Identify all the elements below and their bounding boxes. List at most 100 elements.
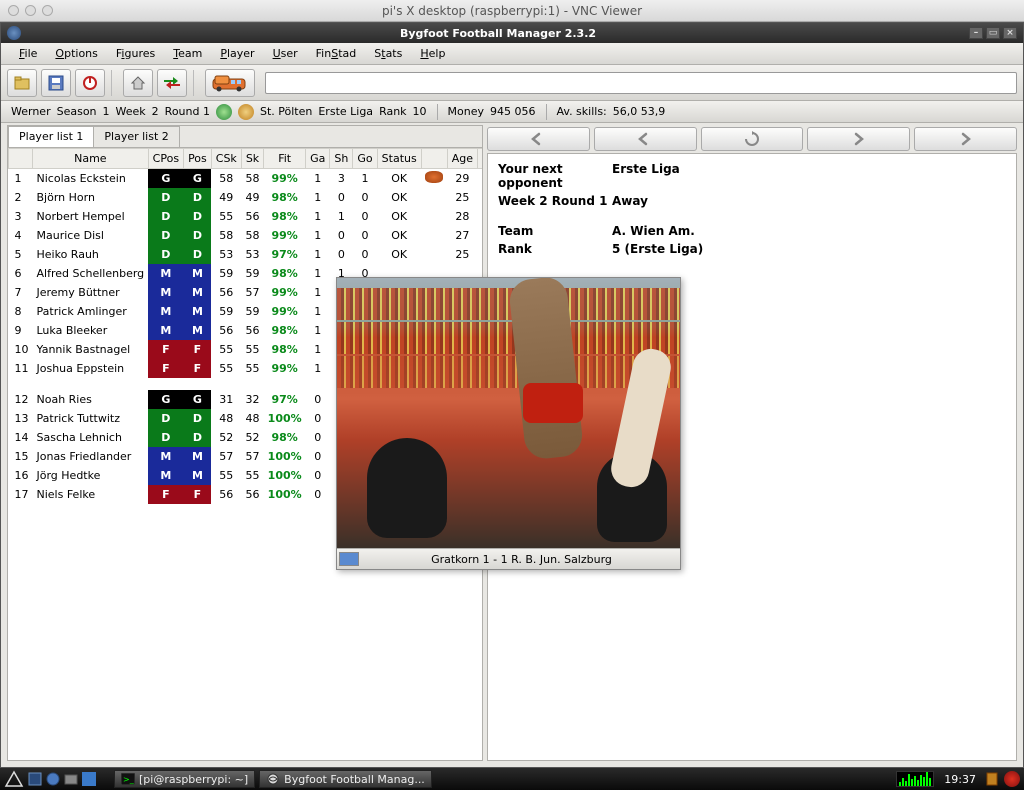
info-rank-label: Rank xyxy=(498,242,608,256)
status-league: Erste Liga xyxy=(318,105,373,118)
col-header[interactable]: Sh xyxy=(330,149,353,169)
filemanager-icon[interactable] xyxy=(64,772,78,786)
tab-player-list-2[interactable]: Player list 2 xyxy=(93,126,179,147)
col-header[interactable]: Fit xyxy=(264,149,306,169)
menu-team[interactable]: Team xyxy=(165,45,210,62)
col-header[interactable]: CPos xyxy=(148,149,183,169)
menubar[interactable]: File Options Figures Team Player User Fi… xyxy=(1,43,1023,65)
save-button[interactable] xyxy=(41,69,71,97)
status-rank-label: Rank xyxy=(379,105,406,118)
match-score: Gratkorn 1 - 1 R. B. Jun. Salzburg xyxy=(363,553,680,566)
transfers-button[interactable] xyxy=(157,69,187,97)
status-season: 1 xyxy=(103,105,110,118)
status-rank: 10 xyxy=(413,105,427,118)
start-menu-icon[interactable] xyxy=(4,770,24,788)
player-row[interactable]: 5Heiko RauhDD535397%100OK2561 xyxy=(9,245,483,264)
app-title: Bygfoot Football Manager 2.3.2 xyxy=(27,27,969,40)
live-match-popup[interactable]: Gratkorn 1 - 1 R. B. Jun. Salzburg xyxy=(336,277,681,570)
col-header[interactable] xyxy=(421,149,447,169)
status-money-label: Money xyxy=(448,105,484,118)
col-header[interactable]: Go xyxy=(353,149,377,169)
col-header[interactable]: Status xyxy=(377,149,421,169)
show-desktop-icon[interactable] xyxy=(28,772,42,786)
nav-forward-button[interactable] xyxy=(914,127,1017,151)
player-list-tabs: Player list 1 Player list 2 xyxy=(8,126,482,148)
next-week-button[interactable] xyxy=(205,69,255,97)
menu-player[interactable]: Player xyxy=(212,45,262,62)
menu-stats[interactable]: Stats xyxy=(366,45,410,62)
info-toolbar xyxy=(487,125,1017,153)
status-avskills: 56,0 53,9 xyxy=(613,105,665,118)
info-when-label: Week 2 Round 1 xyxy=(498,194,608,208)
status-week: 2 xyxy=(152,105,159,118)
menu-file[interactable]: File xyxy=(11,45,45,62)
close-button[interactable]: × xyxy=(1003,27,1017,39)
toolbar xyxy=(1,65,1023,101)
menu-help[interactable]: Help xyxy=(412,45,453,62)
col-header[interactable] xyxy=(9,149,33,169)
svg-text:>_: >_ xyxy=(123,775,135,784)
lock-icon[interactable] xyxy=(986,772,1000,786)
status-city: St. Pölten xyxy=(260,105,312,118)
menu-options[interactable]: Options xyxy=(47,45,105,62)
nav-next-button[interactable] xyxy=(807,127,910,151)
boost-icon[interactable] xyxy=(238,104,254,120)
maximize-button[interactable]: ▭ xyxy=(986,27,1000,39)
status-season-label: Season xyxy=(57,105,97,118)
app-icon xyxy=(7,26,21,40)
message-input[interactable] xyxy=(265,72,1017,94)
info-opponent-value: Erste Liga xyxy=(612,162,1006,190)
minimize-button[interactable]: – xyxy=(969,27,983,39)
vnc-titlebar: pi's X desktop (raspberrypi:1) - VNC Vie… xyxy=(0,0,1024,22)
power-icon[interactable] xyxy=(1004,771,1020,787)
app-titlebar[interactable]: Bygfoot Football Manager 2.3.2 – ▭ × xyxy=(1,23,1023,43)
player-row[interactable]: 3Norbert HempelDD555698%110OK2858 xyxy=(9,207,483,226)
col-header[interactable]: Age xyxy=(447,149,477,169)
taskbar-clock[interactable]: 19:37 xyxy=(938,773,982,786)
player-row[interactable]: 4Maurice DislDD585899%100OK2762 xyxy=(9,226,483,245)
taskbar-terminal[interactable]: >_ [pi@raspberrypi: ~] xyxy=(114,770,255,788)
player-row[interactable]: 2Björn HornDD494998%100OK2561 xyxy=(9,188,483,207)
menu-user[interactable]: User xyxy=(265,45,306,62)
window-buttons[interactable]: – ▭ × xyxy=(969,27,1017,39)
taskbar-app[interactable]: Bygfoot Football Manag... xyxy=(259,770,432,788)
menu-figures[interactable]: Figures xyxy=(108,45,163,62)
pager-icon[interactable] xyxy=(82,772,96,786)
taskbar-terminal-label: [pi@raspberrypi: ~] xyxy=(139,773,248,786)
player-row[interactable]: 1Nicolas EcksteinGG585899%131OK2964 xyxy=(9,169,483,189)
nav-back-button[interactable] xyxy=(487,127,590,151)
match-progress-bar xyxy=(339,552,359,566)
cpu-graph-icon[interactable] xyxy=(896,771,934,787)
nav-prev-button[interactable] xyxy=(594,127,697,151)
desktop-area: Bygfoot Football Manager 2.3.2 – ▭ × Fil… xyxy=(0,22,1024,790)
tab-player-list-1[interactable]: Player list 1 xyxy=(8,126,94,147)
open-button[interactable] xyxy=(7,69,37,97)
style-icon[interactable] xyxy=(216,104,232,120)
browser-icon[interactable] xyxy=(46,772,60,786)
taskbar[interactable]: >_ [pi@raspberrypi: ~] Bygfoot Football … xyxy=(0,768,1024,790)
quit-button[interactable] xyxy=(75,69,105,97)
info-team-value: A. Wien Am. xyxy=(612,224,1006,238)
menu-finstad[interactable]: FinStad xyxy=(308,45,365,62)
info-rank-value: 5 (Erste Liga) xyxy=(612,242,1006,256)
live-match-image xyxy=(337,278,680,548)
status-team: Werner xyxy=(11,105,51,118)
col-header[interactable]: Etal xyxy=(478,149,483,169)
info-team-label: Team xyxy=(498,224,608,238)
col-header[interactable]: Ga xyxy=(306,149,330,169)
home-button[interactable] xyxy=(123,69,153,97)
status-round-label: Round xyxy=(165,105,200,118)
col-header[interactable]: Pos xyxy=(184,149,212,169)
mac-traffic-lights[interactable] xyxy=(8,5,53,16)
live-match-footer: Gratkorn 1 - 1 R. B. Jun. Salzburg xyxy=(337,548,680,569)
status-round: 1 xyxy=(203,105,210,118)
taskbar-app-label: Bygfoot Football Manag... xyxy=(284,773,425,786)
status-avskills-label: Av. skills: xyxy=(557,105,607,118)
nav-reload-button[interactable] xyxy=(701,127,804,151)
col-header[interactable]: Sk xyxy=(241,149,263,169)
hot-streak-icon xyxy=(425,171,443,183)
col-header[interactable]: Name xyxy=(33,149,149,169)
vnc-window-title: pi's X desktop (raspberrypi:1) - VNC Vie… xyxy=(0,4,1024,18)
col-header[interactable]: CSk xyxy=(211,149,241,169)
status-money: 945 056 xyxy=(490,105,536,118)
